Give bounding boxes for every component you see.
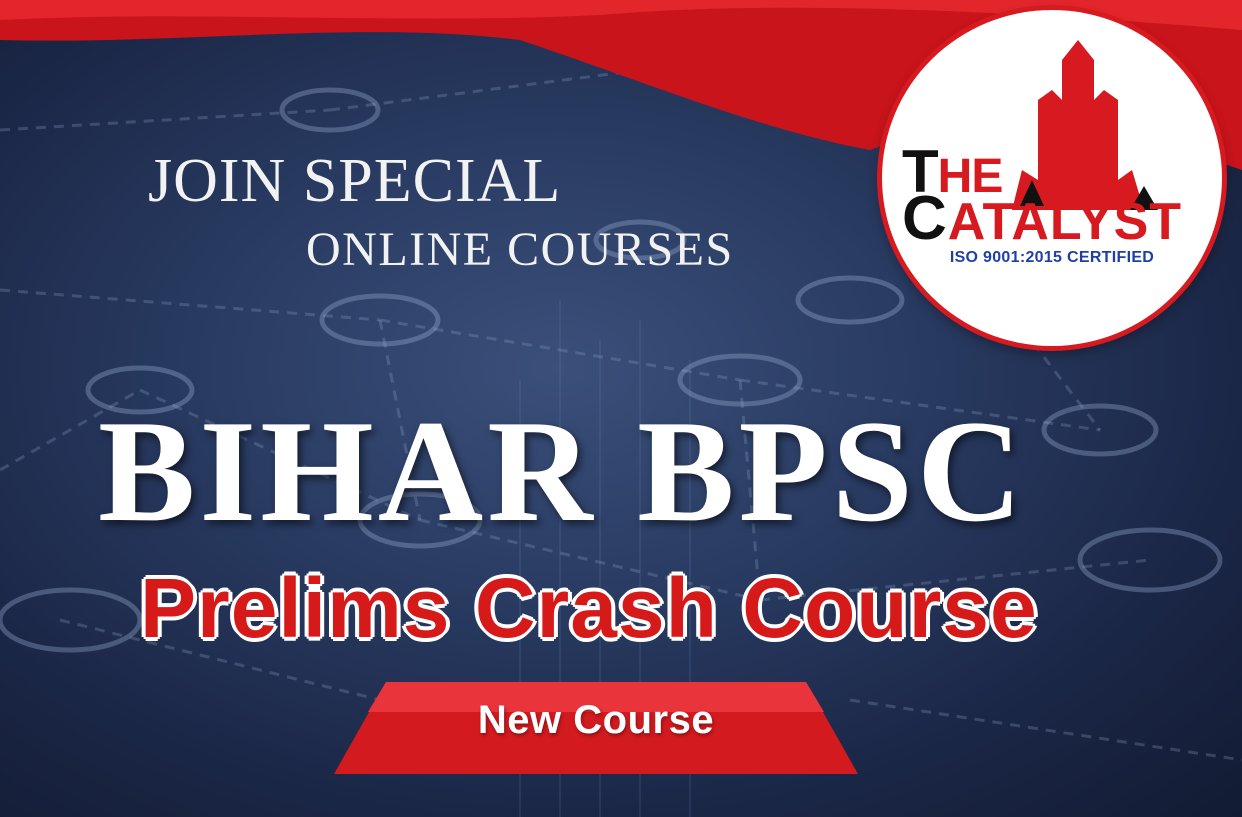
iso-certification: ISO 9001:2015 CERTIFIED (949, 249, 1155, 266)
catalyst-logo: THE CATALYST ISO 9001:2015 CERTIFIED (882, 10, 1222, 346)
promo-banner: JOIN SPECIAL ONLINE COURSES BIHAR BPSC P… (0, 0, 1242, 817)
logo-word-catalyst: CATALYST (902, 188, 1182, 250)
logo-initial-c: C (902, 184, 948, 253)
course-subtitle: Prelims Crash Course (139, 561, 1039, 655)
heading-line-2: ONLINE COURSES (306, 223, 734, 276)
logo-rest-atalyst: ATALYST (947, 193, 1183, 251)
new-course-button[interactable]: New Course (334, 682, 858, 774)
new-course-label: New Course (477, 698, 715, 742)
heading-line-1: JOIN SPECIAL (148, 147, 562, 215)
main-title: BIHAR BPSC (98, 390, 1027, 552)
